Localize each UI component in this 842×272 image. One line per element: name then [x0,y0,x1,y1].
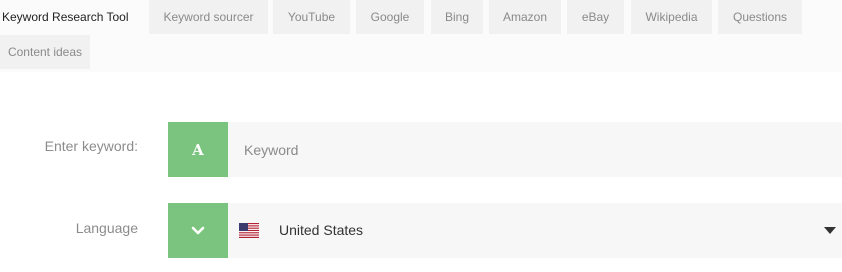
language-toggle-button[interactable] [168,203,228,258]
tab-questions[interactable]: Questions [718,0,802,34]
keyword-input[interactable] [228,122,842,177]
tab-bing[interactable]: Bing [431,0,483,34]
language-label: Language [75,220,138,236]
tab-google[interactable]: Google [356,0,424,34]
tab-keyword-research-tool[interactable]: Keyword Research Tool [2,0,150,34]
tab-ebay[interactable]: eBay [567,0,624,34]
tab-youtube[interactable]: YouTube [273,0,350,34]
tab-keyword-sourcer[interactable]: Keyword sourcer [149,0,268,34]
tab-wikipedia[interactable]: Wikipedia [631,0,712,34]
top-nav: Keyword Research Tool Keyword sourcer Yo… [0,0,842,72]
tab-amazon[interactable]: Amazon [489,0,561,34]
keyword-label: Enter keyword: [44,138,138,154]
us-flag-icon [239,223,259,238]
tab-content-ideas[interactable]: Content ideas [0,35,90,69]
language-select[interactable]: United States [228,203,842,258]
keyword-field[interactable] [228,122,842,177]
chevron-down-icon [191,226,205,234]
letter-a-icon: A [192,140,204,159]
caret-down-icon[interactable] [824,227,836,234]
keyword-type-toggle[interactable]: A [168,122,228,177]
language-selected-value: United States [279,222,364,238]
